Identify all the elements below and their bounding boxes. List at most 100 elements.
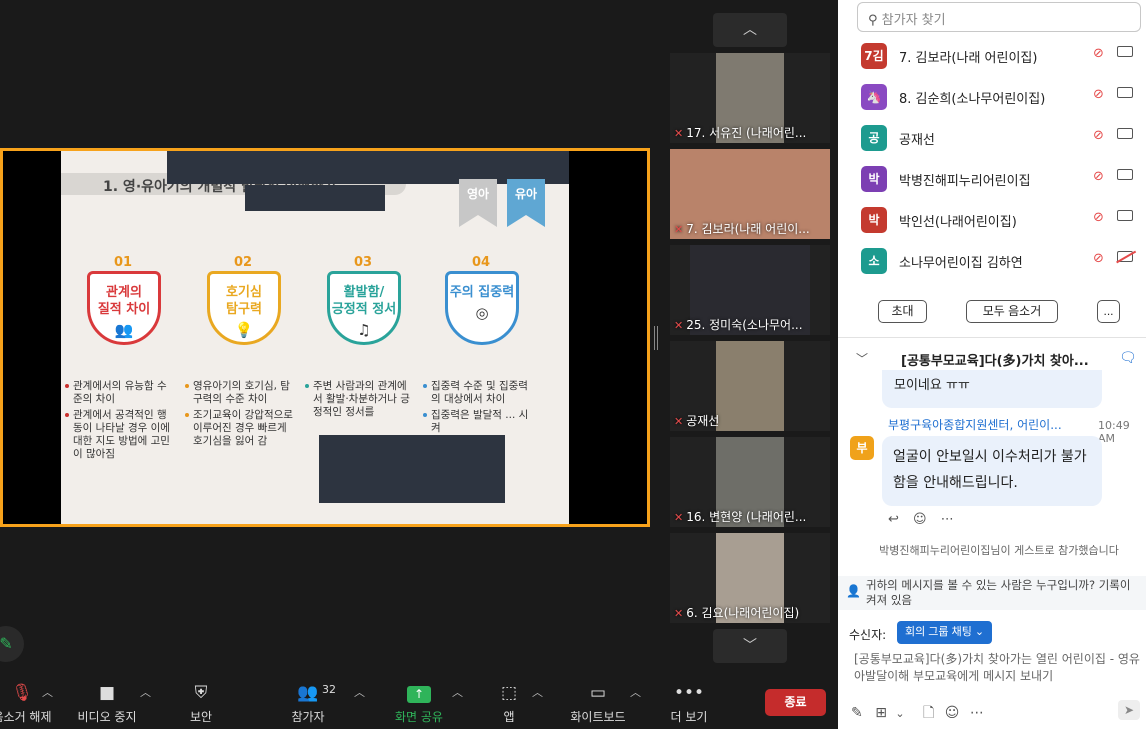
participant-search-input[interactable]: ⚲ 참가자 찾기 (857, 2, 1141, 32)
visibility-notice[interactable]: 👤 귀하의 메시지를 볼 수 있는 사람은 누구입니까? 기록이 켜져 있음 (838, 576, 1146, 610)
video-tile[interactable]: ✕ 16. 변현양 (나래어린... (670, 437, 830, 527)
mic-muted-icon: ✕ (674, 319, 684, 332)
file-icon[interactable]: 🗋 (923, 705, 934, 721)
video-tile[interactable]: ✕ 7. 김보라(나래 어린이... (670, 149, 830, 239)
camera-icon (1117, 169, 1133, 180)
previous-chat-bubble: 모이네요 ㅠㅠ (882, 370, 1102, 408)
redacted-box (319, 435, 505, 503)
more-button[interactable]: ••• 더 보기 (668, 682, 710, 725)
annotate-pen-icon[interactable]: ✎ (0, 626, 24, 662)
chat-title: [공통부모교육]다(多)가치 찾아... (901, 354, 1089, 369)
invite-button[interactable]: 초대 (878, 300, 927, 323)
tile-label: ✕ 25. 정미숙(소나무어... (674, 316, 803, 333)
shield-icon: ⛨ (194, 683, 208, 703)
avatar: 박 (861, 166, 887, 192)
share-options-chevron-icon[interactable]: ︿ (452, 684, 463, 700)
camera-off-icon (1117, 251, 1133, 262)
bullet-text: 영유아기의 호기심, 탐구력의 수준 차이 (185, 380, 295, 406)
message-actions: ↩ ☺ ⋯ (888, 512, 954, 527)
bullet-text: 주변 사람과의 관계에서 활발·차분하거나 긍정적인 정서를 (305, 380, 415, 419)
recipient-dropdown[interactable]: 회의 그룹 채팅 ⌄ (897, 621, 993, 644)
more-actions-icon[interactable]: ⋯ (941, 512, 954, 527)
camera-icon (1117, 128, 1133, 139)
video-tile[interactable]: ✕ 6. 김요(나래어린이집) (670, 533, 830, 623)
presentation-slide: 1. 영·유아기의 개별적 발달적 이해하기 영아 유아 01 관계의 질적 차이… (61, 151, 569, 524)
participant-row[interactable]: 박 박병진해피누리어린이집 ⊘ (838, 159, 1146, 199)
system-message: 박병진해피누리어린이집님이 게스트로 참가했습니다 (879, 544, 1119, 557)
tile-label: ✕ 16. 변현양 (나래어린... (674, 508, 806, 525)
camera-icon (1117, 46, 1133, 57)
popout-chat-icon[interactable]: 🗨 (1119, 350, 1137, 366)
more-dots-icon: ••• (673, 683, 705, 703)
chat-tools: ✎ ⊞ ⌄ 🗋 ☺ ⋯ (851, 702, 984, 726)
apps-button[interactable]: ⬚ 앱 (498, 682, 520, 725)
chat-message-bubble: 얼굴이 안보일시 이수처리가 불가함을 안내해드립니다. (882, 436, 1102, 506)
reply-icon[interactable]: ↩ (888, 512, 899, 527)
participant-row[interactable]: 소 소나무어린이집 김하연 ⊘ (838, 241, 1146, 281)
item-shield-3: 활발함/ 긍정적 정서 ♫ (327, 271, 401, 345)
participant-row[interactable]: 공 공재선 ⊘ (838, 118, 1146, 158)
screenshot-icon[interactable]: ⊞ (875, 705, 887, 721)
video-tile[interactable]: ✕ 25. 정미숙(소나무어... (670, 245, 830, 335)
camera-icon (1117, 87, 1133, 98)
chevron-down-icon: ⌄ (974, 626, 985, 638)
chevron-down-icon[interactable]: ⌄ (895, 707, 904, 720)
stop-video-button[interactable]: ■ 비디오 중지 (74, 682, 140, 725)
item-number: 04 (471, 255, 491, 270)
participant-name: 공재선 (899, 133, 935, 148)
more-tools-icon[interactable]: ⋯ (970, 705, 984, 721)
emoji-icon[interactable]: ☺ (945, 705, 960, 721)
mic-muted-icon: ✕ (674, 511, 684, 524)
item-shield-1: 관계의 질적 차이 👥 (87, 271, 161, 345)
item-number: 01 (113, 255, 133, 270)
audio-options-chevron-icon[interactable]: ︿ (42, 684, 53, 700)
item-bullets: 집중력 수준 및 집중력의 대상에서 차이 집중력은 발달적 ... 시켜 (423, 380, 533, 438)
participant-row[interactable]: 박 박인선(나래어린이집) ⊘ (838, 200, 1146, 240)
apps-options-chevron-icon[interactable]: ︿ (532, 684, 543, 700)
apps-icon: ⬚ (500, 683, 518, 703)
video-tile[interactable]: ✕ 공재선 (670, 341, 830, 431)
item-bullets: 주변 사람과의 관계에서 활발·차분하거나 긍정적인 정서를 (305, 380, 415, 422)
resize-handle[interactable] (654, 326, 658, 350)
mute-all-button[interactable]: 모두 음소거 (966, 300, 1058, 323)
search-icon: ⚲ (868, 13, 878, 28)
redacted-box (245, 185, 385, 211)
scroll-up-button[interactable]: ︿ (713, 13, 787, 47)
ribbon-infant: 영아 (459, 179, 497, 227)
participants-more-button[interactable]: ... (1097, 300, 1120, 323)
end-meeting-button[interactable]: 종료 (765, 689, 826, 716)
video-options-chevron-icon[interactable]: ︿ (140, 684, 151, 700)
mic-muted-icon: ⊘ (1093, 210, 1104, 225)
tile-label: ✕ 17. 서유진 (나래어린... (674, 124, 806, 141)
participant-row[interactable]: 7김 7. 김보라(나래 어린이집) ⊘ (838, 36, 1146, 76)
share-screen-icon: ↑ (390, 682, 448, 704)
whiteboard-options-chevron-icon[interactable]: ︿ (630, 684, 641, 700)
participant-name: 박인선(나래어린이집) (899, 215, 1017, 230)
security-button[interactable]: ⛨ 보안 (180, 682, 222, 725)
tile-label: ✕ 공재선 (674, 412, 719, 429)
avatar: 소 (861, 248, 887, 274)
scroll-down-button[interactable]: ﹀ (713, 629, 787, 663)
add-reaction-icon[interactable]: ☺ (913, 512, 927, 527)
collapse-chevron-icon[interactable]: ﹀ (856, 350, 868, 367)
share-screen-button[interactable]: ↑ 화면 공유 (390, 682, 448, 725)
video-camera-icon: ■ (98, 683, 116, 703)
meeting-toolbar: 🎙 음소거 해제 ︿ ■ 비디오 중지 ︿ ⛨ 보안 👥 참가자 32 ︿ ↑ … (0, 676, 838, 729)
participant-name: 7. 김보라(나래 어린이... (686, 222, 810, 236)
bullet-text: 조기교육이 강압적으로 이루어진 경우 빠르게 호기심을 잃어 감 (185, 409, 295, 448)
participant-name: 25. 정미숙(소나무어... (686, 318, 803, 332)
shared-screen: 1. 영·유아기의 개별적 발달적 이해하기 영아 유아 01 관계의 질적 차이… (0, 148, 650, 527)
participants-count: 32 (322, 683, 336, 696)
item-shield-4: 주의 집중력 ◎ (445, 271, 519, 345)
participant-row[interactable]: 🦄 8. 김순희(소나무어린이집) ⊘ (838, 77, 1146, 117)
message-sender[interactable]: 부평구육아종합지원센터, 어린이... (888, 416, 1088, 433)
participants-options-chevron-icon[interactable]: ︿ (354, 684, 365, 700)
recipient-label: 수신자: (849, 628, 887, 642)
whiteboard-button[interactable]: ▭ 화이트보드 (566, 682, 630, 725)
chat-message-input[interactable]: [공통부모교육]다(多)가치 찾아가는 열린 어린이집 - 영유아발달이해 부모… (854, 651, 1144, 691)
participant-name: 7. 김보라(나래 어린이집) (899, 51, 1038, 66)
message-time: 10:49 AM (1098, 419, 1130, 445)
video-tile[interactable]: ✕ 17. 서유진 (나래어린... (670, 53, 830, 143)
format-icon[interactable]: ✎ (851, 705, 863, 721)
send-icon[interactable]: ➤ (1118, 700, 1140, 720)
